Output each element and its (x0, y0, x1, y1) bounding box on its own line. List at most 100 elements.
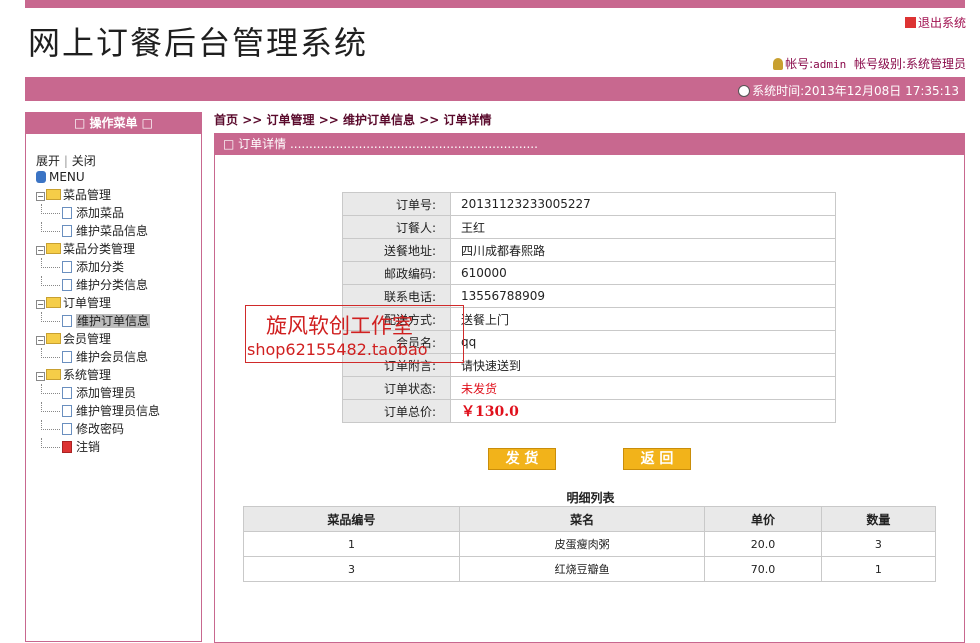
tree-group-categories[interactable]: − 菜品分类管理 (36, 240, 160, 258)
table-row: 3 红烧豆瓣鱼 70.0 1 (243, 556, 937, 582)
tree-item-add-category[interactable]: 添加分类 (36, 258, 160, 276)
system-time-text: 系统时间:2013年12月08日 17:35:13 (752, 84, 959, 98)
page-icon (62, 423, 72, 435)
table-cell: 1 (820, 556, 937, 582)
table-cell: 红烧豆瓣鱼 (458, 556, 706, 582)
item-label: 维护会员信息 (76, 350, 149, 364)
account-prefix: 帐号: (785, 57, 814, 71)
detail-row: 联系电话: 13556788909 (342, 284, 836, 308)
detail-row: 订单状态: 未发货 (342, 376, 836, 400)
tree-item-manage-admins[interactable]: 维护管理员信息 (36, 402, 160, 420)
page-icon (62, 315, 72, 327)
ship-button[interactable]: 发 货 (488, 448, 556, 470)
group-label: 会员管理 (63, 332, 112, 346)
menu-icon (36, 171, 46, 183)
toggle-separator: | (63, 154, 68, 168)
field-value: 请快速送到 (450, 353, 836, 377)
item-label: 修改密码 (76, 422, 125, 436)
field-value: 王红 (450, 215, 836, 239)
account-info: 帐号:admin 帐号级别:系统管理员 (773, 55, 966, 72)
breadcrumb-home[interactable]: 首页 (214, 113, 238, 127)
table-cell: 3 (820, 531, 937, 557)
collapse-icon[interactable]: − (36, 246, 45, 255)
field-label: 联系电话: (342, 284, 451, 308)
group-label: 系统管理 (63, 368, 112, 382)
page-icon (62, 207, 72, 219)
page-icon (62, 225, 72, 237)
folder-icon (46, 369, 61, 380)
field-value: 20131123233005227 (450, 192, 836, 216)
page-icon (62, 279, 72, 291)
field-label: 订单附言: (342, 353, 451, 377)
tree-item-manage-dishes[interactable]: 维护菜品信息 (36, 222, 160, 240)
expand-link[interactable]: 展开 (36, 154, 60, 168)
page-icon (62, 387, 72, 399)
collapse-icon[interactable]: − (36, 192, 45, 201)
collapse-icon[interactable]: − (36, 372, 45, 381)
tree-group-orders[interactable]: − 订单管理 (36, 294, 160, 312)
column-header: 单价 (704, 506, 822, 532)
collapse-link[interactable]: 关闭 (72, 154, 96, 168)
field-value: 610000 (450, 261, 836, 285)
folder-icon (46, 243, 61, 254)
sidebar-title: □ 操作菜单 □ (26, 113, 201, 134)
item-label: 维护管理员信息 (76, 404, 161, 418)
exit-icon (904, 17, 916, 28)
item-label: 维护分类信息 (76, 278, 149, 292)
folder-icon (46, 189, 61, 200)
group-label: 菜品管理 (63, 188, 112, 202)
field-value: 13556788909 (450, 284, 836, 308)
tree-item-add-admin[interactable]: 添加管理员 (36, 384, 160, 402)
breadcrumb-orders[interactable]: 订单管理 (267, 113, 315, 127)
clock-icon (738, 85, 751, 97)
column-header: 数量 (820, 506, 937, 532)
tree-item-manage-categories[interactable]: 维护分类信息 (36, 276, 160, 294)
level-prefix: 帐号级别: (853, 57, 906, 71)
table-cell: 20.0 (704, 531, 822, 557)
field-label: 订单号: (342, 192, 451, 216)
page-icon (62, 261, 72, 273)
back-button[interactable]: 返 回 (623, 448, 691, 470)
table-row: 1 皮蛋瘦肉粥 20.0 3 (243, 531, 937, 557)
field-label: 会员名: (342, 330, 451, 354)
item-label: 添加管理员 (76, 386, 137, 400)
tree-item-add-dish[interactable]: 添加菜品 (36, 204, 160, 222)
user-icon (773, 58, 784, 70)
collapse-icon[interactable]: − (36, 300, 45, 309)
items-header-row: 菜品编号 菜名 单价 数量 (243, 506, 937, 532)
item-label: 注销 (76, 440, 101, 454)
system-time: 系统时间:2013年12月08日 17:35:13 (738, 82, 959, 99)
breadcrumb-sep: >> (318, 113, 339, 127)
items-table: 菜品编号 菜名 单价 数量 1 皮蛋瘦肉粥 20.0 3 3 红烧豆瓣鱼 70.… (243, 506, 937, 582)
order-detail-panel: □ 订单详情 .................................… (214, 133, 965, 643)
tree-group-dishes[interactable]: − 菜品管理 (36, 186, 160, 204)
table-cell: 1 (243, 531, 460, 557)
breadcrumb-sep: >> (419, 113, 440, 127)
menu-tree: MENU − 菜品管理 添加菜品 维护菜品信息 − 菜品分类管理 添加分类 维护分类… (36, 168, 160, 456)
logout-icon (62, 441, 72, 453)
tree-item-manage-orders[interactable]: 维护订单信息 (36, 312, 160, 330)
tree-item-logout[interactable]: 注销 (36, 438, 160, 456)
menu-root: MENU (36, 168, 160, 186)
table-cell: 70.0 (704, 556, 822, 582)
level-value: 系统管理员 (905, 57, 966, 71)
logout-label: 退出系统 (917, 16, 966, 30)
tree-item-change-password[interactable]: 修改密码 (36, 420, 160, 438)
group-label: 订单管理 (63, 296, 112, 310)
detail-row: 配送方式: 送餐上门 (342, 307, 836, 331)
collapse-icon[interactable]: − (36, 336, 45, 345)
field-label: 邮政编码: (342, 261, 451, 285)
table-cell: 皮蛋瘦肉粥 (458, 531, 706, 557)
item-label: 添加分类 (76, 260, 125, 274)
tree-group-system[interactable]: − 系统管理 (36, 366, 160, 384)
logout-link[interactable]: 退出系统 (904, 14, 966, 31)
tree-item-manage-members[interactable]: 维护会员信息 (36, 348, 160, 366)
tree-group-members[interactable]: − 会员管理 (36, 330, 160, 348)
column-header: 菜品编号 (243, 506, 460, 532)
detail-row: 订单附言: 请快速送到 (342, 353, 836, 377)
field-label: 配送方式: (342, 307, 451, 331)
breadcrumb-order-detail: 订单详情 (443, 113, 492, 127)
breadcrumb-manage-orders[interactable]: 维护订单信息 (343, 113, 415, 127)
field-label: 订单状态: (342, 376, 451, 400)
folder-icon (46, 297, 61, 308)
